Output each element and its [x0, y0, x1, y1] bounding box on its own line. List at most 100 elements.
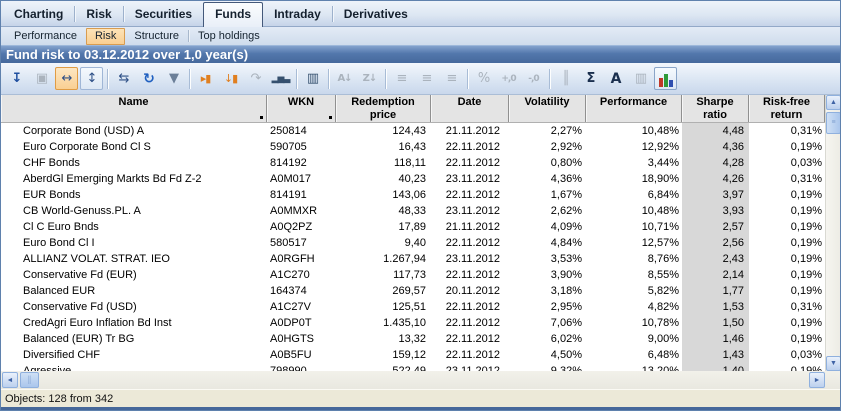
- cell-performance: 8,55%: [586, 267, 682, 283]
- tab-performance[interactable]: Performance: [5, 28, 86, 45]
- column-header-wkn[interactable]: WKN: [267, 95, 336, 122]
- column-header-volatility[interactable]: Volatility: [509, 95, 586, 122]
- fit-width-icon[interactable]: ↔: [55, 67, 78, 90]
- tab-structure[interactable]: Structure: [125, 28, 188, 45]
- cell-price: 143,06: [336, 187, 431, 203]
- column-header-name[interactable]: Name: [1, 95, 267, 122]
- insert-row-icon[interactable]: ↓▮: [219, 67, 242, 90]
- objects-count: Objects: 128 from 342: [5, 393, 113, 405]
- tab-derivatives[interactable]: Derivatives: [333, 3, 419, 26]
- cell-riskfree: 0,19%: [749, 267, 825, 283]
- cell-volatility: 3,90%: [509, 267, 586, 283]
- table-row[interactable]: Euro Bond Cl I5805179,4022.11.20124,84%1…: [1, 235, 825, 251]
- table-row[interactable]: Conservative Fd (EUR)A1C270117,7322.11.2…: [1, 267, 825, 283]
- cell-date: 21.11.2012: [431, 219, 509, 235]
- cell-wkn: A0DP0T: [267, 315, 336, 331]
- cell-wkn: 814191: [267, 187, 336, 203]
- application-window: ChartingRiskSecuritiesFundsIntradayDeriv…: [0, 0, 841, 411]
- cell-price: 117,73: [336, 267, 431, 283]
- refresh-icon[interactable]: ↻: [137, 67, 160, 90]
- table-row[interactable]: Euro Corporate Bond Cl S59070516,4322.11…: [1, 139, 825, 155]
- vertical-scrollbar[interactable]: ▲ ≡ ▼: [825, 95, 840, 371]
- cell-wkn: 814192: [267, 155, 336, 171]
- cell-riskfree: 0,19%: [749, 251, 825, 267]
- table-row[interactable]: Diversified CHFA0B5FU159,1222.11.20124,5…: [1, 347, 825, 363]
- column-header-date[interactable]: Date: [431, 95, 509, 122]
- vertical-scroll-thumb[interactable]: ≡: [826, 112, 841, 134]
- cell-name: Euro Bond Cl I: [1, 235, 267, 251]
- toolbar-separator: [189, 69, 190, 89]
- cell-riskfree: 0,19%: [749, 203, 825, 219]
- table-row[interactable]: ALLIANZ VOLAT. STRAT. IEOA0RGFH1.267,942…: [1, 251, 825, 267]
- cell-volatility: 1,67%: [509, 187, 586, 203]
- column-header-price[interactable]: Redemption price: [336, 95, 431, 122]
- cell-date: 23.11.2012: [431, 251, 509, 267]
- table-row[interactable]: EUR Bonds814191143,0622.11.20121,67%6,84…: [1, 187, 825, 203]
- undo-icon: ↷: [244, 67, 267, 90]
- table-row[interactable]: Corporate Bond (USD) A250814124,4321.11.…: [1, 123, 825, 139]
- cell-price: 269,57: [336, 283, 431, 299]
- scroll-right-button[interactable]: ►: [809, 372, 825, 388]
- tab-top-holdings[interactable]: Top holdings: [189, 28, 269, 45]
- cell-volatility: 3,18%: [509, 283, 586, 299]
- horizontal-scrollbar[interactable]: ◄ ║ ►: [1, 371, 840, 389]
- cell-riskfree: 0,31%: [749, 123, 825, 139]
- table-header: NameWKNRedemption priceDateVolatilityPer…: [1, 95, 825, 123]
- horizontal-scroll-thumb[interactable]: ║: [20, 372, 39, 388]
- chart-options-icon[interactable]: ▂▅▃: [269, 67, 292, 90]
- column-chart-icon[interactable]: [654, 67, 677, 90]
- align-left-icon: ≡: [390, 67, 413, 90]
- table-row[interactable]: Agressive798990522,4923.11.20129,32%13,2…: [1, 363, 825, 371]
- tab-risk[interactable]: Risk: [86, 28, 125, 45]
- import-data-icon[interactable]: ↧: [5, 67, 28, 90]
- tab-risk[interactable]: Risk: [75, 3, 122, 26]
- cell-riskfree: 0,19%: [749, 315, 825, 331]
- fit-height-icon[interactable]: ↕: [80, 67, 103, 90]
- table-row[interactable]: CB World-Genuss.PL. AA0MMXR48,3323.11.20…: [1, 203, 825, 219]
- status-bar: Objects: 128 from 342: [1, 389, 840, 410]
- cell-sharpe: 2,56: [682, 235, 749, 251]
- column-width-icon[interactable]: ⇆: [112, 67, 135, 90]
- cell-sharpe: 1,53: [682, 299, 749, 315]
- cell-name: Conservative Fd (EUR): [1, 267, 267, 283]
- cell-name: Corporate Bond (USD) A: [1, 123, 267, 139]
- cell-date: 22.11.2012: [431, 347, 509, 363]
- table-row[interactable]: Balanced (EUR) Tr BGA0HGTS13,3222.11.201…: [1, 331, 825, 347]
- cell-volatility: 7,06%: [509, 315, 586, 331]
- insert-column-icon[interactable]: ▸▮: [194, 67, 217, 90]
- column-header-sharpe[interactable]: Sharpe ratio: [682, 95, 749, 122]
- table-row[interactable]: Conservative Fd (USD)A1C27V125,5122.11.2…: [1, 299, 825, 315]
- cell-name: CB World-Genuss.PL. A: [1, 203, 267, 219]
- cell-price: 1.267,94: [336, 251, 431, 267]
- cell-riskfree: 0,19%: [749, 219, 825, 235]
- select-columns-icon[interactable]: ▥: [301, 67, 324, 90]
- tab-intraday[interactable]: Intraday: [263, 3, 332, 26]
- font-icon[interactable]: A: [604, 67, 627, 90]
- cell-performance: 8,76%: [586, 251, 682, 267]
- cell-wkn: 580517: [267, 235, 336, 251]
- column-header-riskfree[interactable]: Risk-free return: [749, 95, 825, 122]
- cell-date: 22.11.2012: [431, 331, 509, 347]
- tab-funds[interactable]: Funds: [203, 2, 263, 27]
- cell-sharpe: 1,46: [682, 331, 749, 347]
- tab-securities[interactable]: Securities: [124, 3, 203, 26]
- table-row[interactable]: CredAgri Euro Inflation Bd InstA0DP0T1.4…: [1, 315, 825, 331]
- cell-date: 23.11.2012: [431, 171, 509, 187]
- cell-wkn: 250814: [267, 123, 336, 139]
- table-row[interactable]: AberdGl Emerging Markts Bd Fd Z-2A0M0174…: [1, 171, 825, 187]
- table-row[interactable]: Cl C Euro BndsA0Q2PZ17,8921.11.20124,09%…: [1, 219, 825, 235]
- scroll-left-button[interactable]: ◄: [2, 372, 18, 388]
- column-header-performance[interactable]: Performance: [586, 95, 682, 122]
- tab-charting[interactable]: Charting: [3, 3, 74, 26]
- cell-price: 159,12: [336, 347, 431, 363]
- sum-icon[interactable]: Σ: [579, 67, 602, 90]
- scroll-up-button[interactable]: ▲: [826, 95, 841, 110]
- cell-volatility: 6,02%: [509, 331, 586, 347]
- scroll-down-button[interactable]: ▼: [826, 356, 841, 371]
- cell-date: 23.11.2012: [431, 363, 509, 371]
- toolbar-separator: [296, 69, 297, 89]
- table-row[interactable]: CHF Bonds814192118,1122.11.20120,80%3,44…: [1, 155, 825, 171]
- table-row[interactable]: Balanced EUR164374269,5720.11.20123,18%5…: [1, 283, 825, 299]
- percent-format-icon: %: [472, 67, 495, 90]
- filter-icon[interactable]: ▼: [162, 67, 185, 90]
